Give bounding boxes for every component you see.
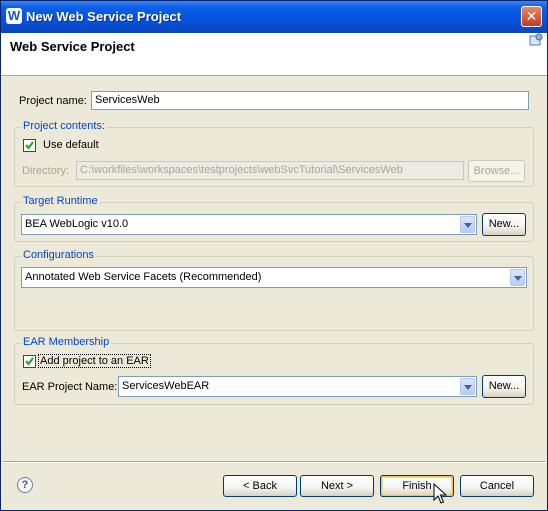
back-button[interactable]: < Back (223, 475, 297, 497)
new-runtime-button[interactable]: New... (482, 213, 526, 236)
chevron-down-icon[interactable] (460, 378, 475, 395)
configurations-select[interactable]: Annotated Web Service Facets (Recommende… (21, 267, 527, 288)
add-to-ear-checkbox[interactable] (23, 355, 36, 368)
cancel-button-label: Cancel (479, 480, 515, 492)
configurations-title: Configurations (21, 249, 96, 261)
use-default-checkbox[interactable] (23, 139, 36, 152)
help-icon[interactable]: ? (17, 477, 33, 493)
cancel-button[interactable]: Cancel (460, 475, 534, 497)
back-button-label: < Back (243, 480, 277, 492)
new-runtime-button-label: New... (488, 218, 520, 230)
close-button[interactable]: ✕ (521, 6, 542, 27)
window-title: New Web Service Project (26, 9, 182, 24)
configurations-value: Annotated Web Service Facets (Recommende… (25, 271, 262, 283)
project-name-input[interactable]: ServicesWeb (91, 91, 529, 110)
dialog-window: W New Web Service Project ✕ Web Service … (0, 0, 548, 511)
title-bar[interactable]: W New Web Service Project ✕ (1, 1, 547, 33)
wizard-banner: Web Service Project (1, 33, 547, 76)
chevron-down-icon[interactable] (510, 269, 525, 286)
directory-label: Directory: (22, 165, 70, 177)
use-default-label: Use default (43, 139, 99, 151)
ear-project-name-value: ServicesWebEAR (122, 380, 210, 392)
page-title: Web Service Project (10, 39, 135, 54)
mouse-cursor-icon (433, 483, 447, 504)
footer-separator (3, 461, 545, 463)
new-ear-button-label: New... (488, 380, 520, 392)
browse-button-label: Browse... (473, 165, 520, 177)
target-runtime-title: Target Runtime (21, 195, 100, 207)
ear-project-name-select[interactable]: ServicesWebEAR (118, 376, 477, 397)
wizard-gear-icon (529, 33, 543, 46)
target-runtime-value: BEA WebLogic v10.0 (25, 218, 129, 230)
target-runtime-select[interactable]: BEA WebLogic v10.0 (21, 214, 477, 235)
ear-membership-title: EAR Membership (21, 336, 112, 348)
next-button[interactable]: Next > (300, 475, 374, 497)
add-to-ear-label: Add project to an EAR (38, 354, 151, 368)
checkmark-icon (25, 141, 34, 150)
checkmark-icon (25, 357, 34, 366)
directory-input[interactable]: C:\workfiles\workspaces\testprojects\web… (76, 161, 464, 180)
app-icon: W (6, 8, 22, 24)
chevron-down-icon[interactable] (460, 216, 475, 233)
next-button-label: Next > (320, 480, 354, 492)
new-ear-button[interactable]: New... (482, 375, 526, 398)
project-contents-title: Project contents: (21, 120, 107, 132)
browse-button[interactable]: Browse... (468, 160, 525, 182)
project-name-label: Project name: (19, 95, 87, 107)
ear-project-name-label: EAR Project Name: (22, 381, 118, 393)
